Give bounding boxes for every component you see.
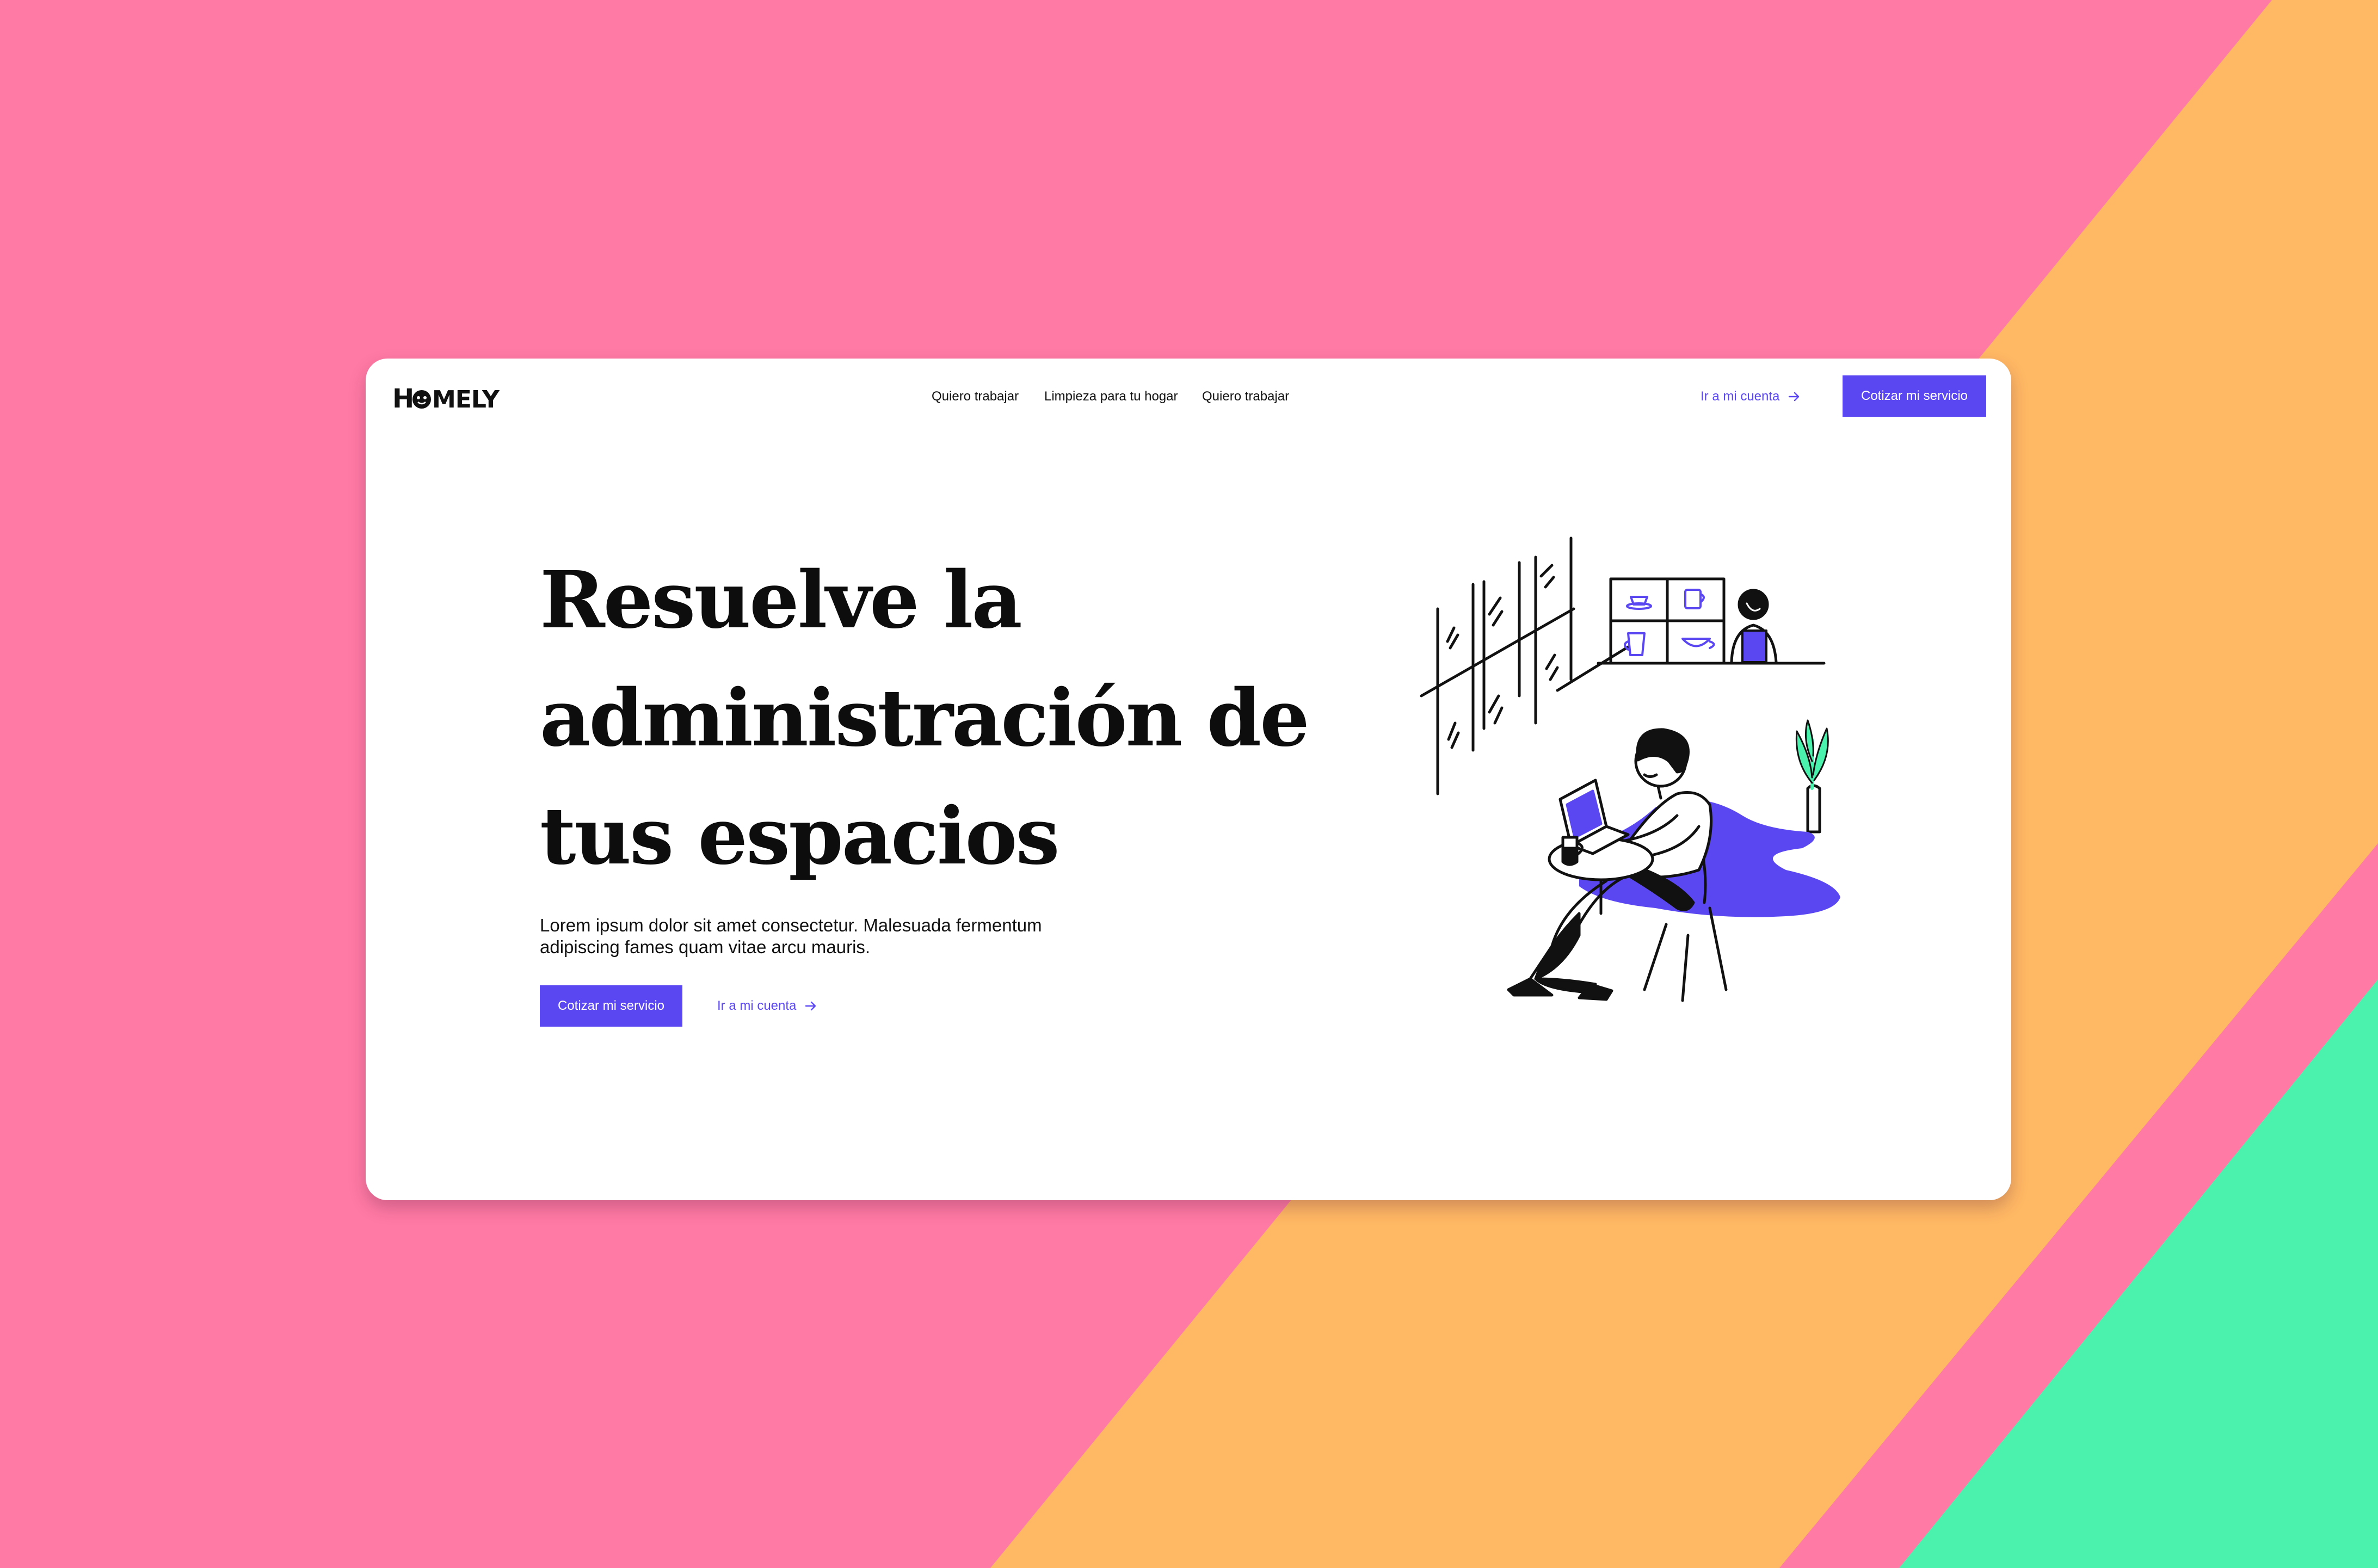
hero-subtitle-line-1: Lorem ipsum dolor sit amet consectetur. … <box>540 915 1042 935</box>
nav-link-quiero-trabajar-2[interactable]: Quiero trabajar <box>1202 389 1289 404</box>
arrow-right-icon <box>805 1001 817 1011</box>
hero-title: Resuelve la administración de tus espaci… <box>540 541 1356 895</box>
svg-text:MELY: MELY <box>432 386 500 413</box>
nav-link-limpieza-hogar[interactable]: Limpieza para tu hogar <box>1044 389 1178 404</box>
hero-account-link[interactable]: Ir a mi cuenta <box>717 998 817 1014</box>
quote-service-button[interactable]: Cotizar mi servicio <box>1843 375 1986 417</box>
account-link[interactable]: Ir a mi cuenta <box>1701 389 1800 404</box>
hero-title-line-2: administración de <box>540 672 1310 764</box>
nav-link-quiero-trabajar[interactable]: Quiero trabajar <box>932 389 1019 404</box>
arrow-right-icon <box>1788 391 1800 402</box>
browser-card: H MELY Quiero trabajar Limpieza para tu … <box>366 359 2011 1200</box>
homely-logo-mark: H MELY <box>392 384 501 414</box>
hero-subtitle: Lorem ipsum dolor sit amet consectetur. … <box>540 915 1084 958</box>
hero-title-line-3: tus espacios <box>540 790 1060 882</box>
hero-quote-service-button[interactable]: Cotizar mi servicio <box>540 985 682 1027</box>
homely-logo[interactable]: H MELY <box>392 382 501 414</box>
hero-title-line-1: Resuelve la <box>540 554 1022 646</box>
hero-account-link-label: Ir a mi cuenta <box>717 998 797 1013</box>
account-link-label: Ir a mi cuenta <box>1701 389 1780 404</box>
svg-text:H: H <box>392 384 414 414</box>
top-navigation: H MELY Quiero trabajar Limpieza para tu … <box>366 359 2011 440</box>
person-working-laptop-cafe-illustration <box>1372 533 1917 1011</box>
hero-subtitle-line-2: adipiscing fames quam vitae arcu mauris. <box>540 937 871 957</box>
